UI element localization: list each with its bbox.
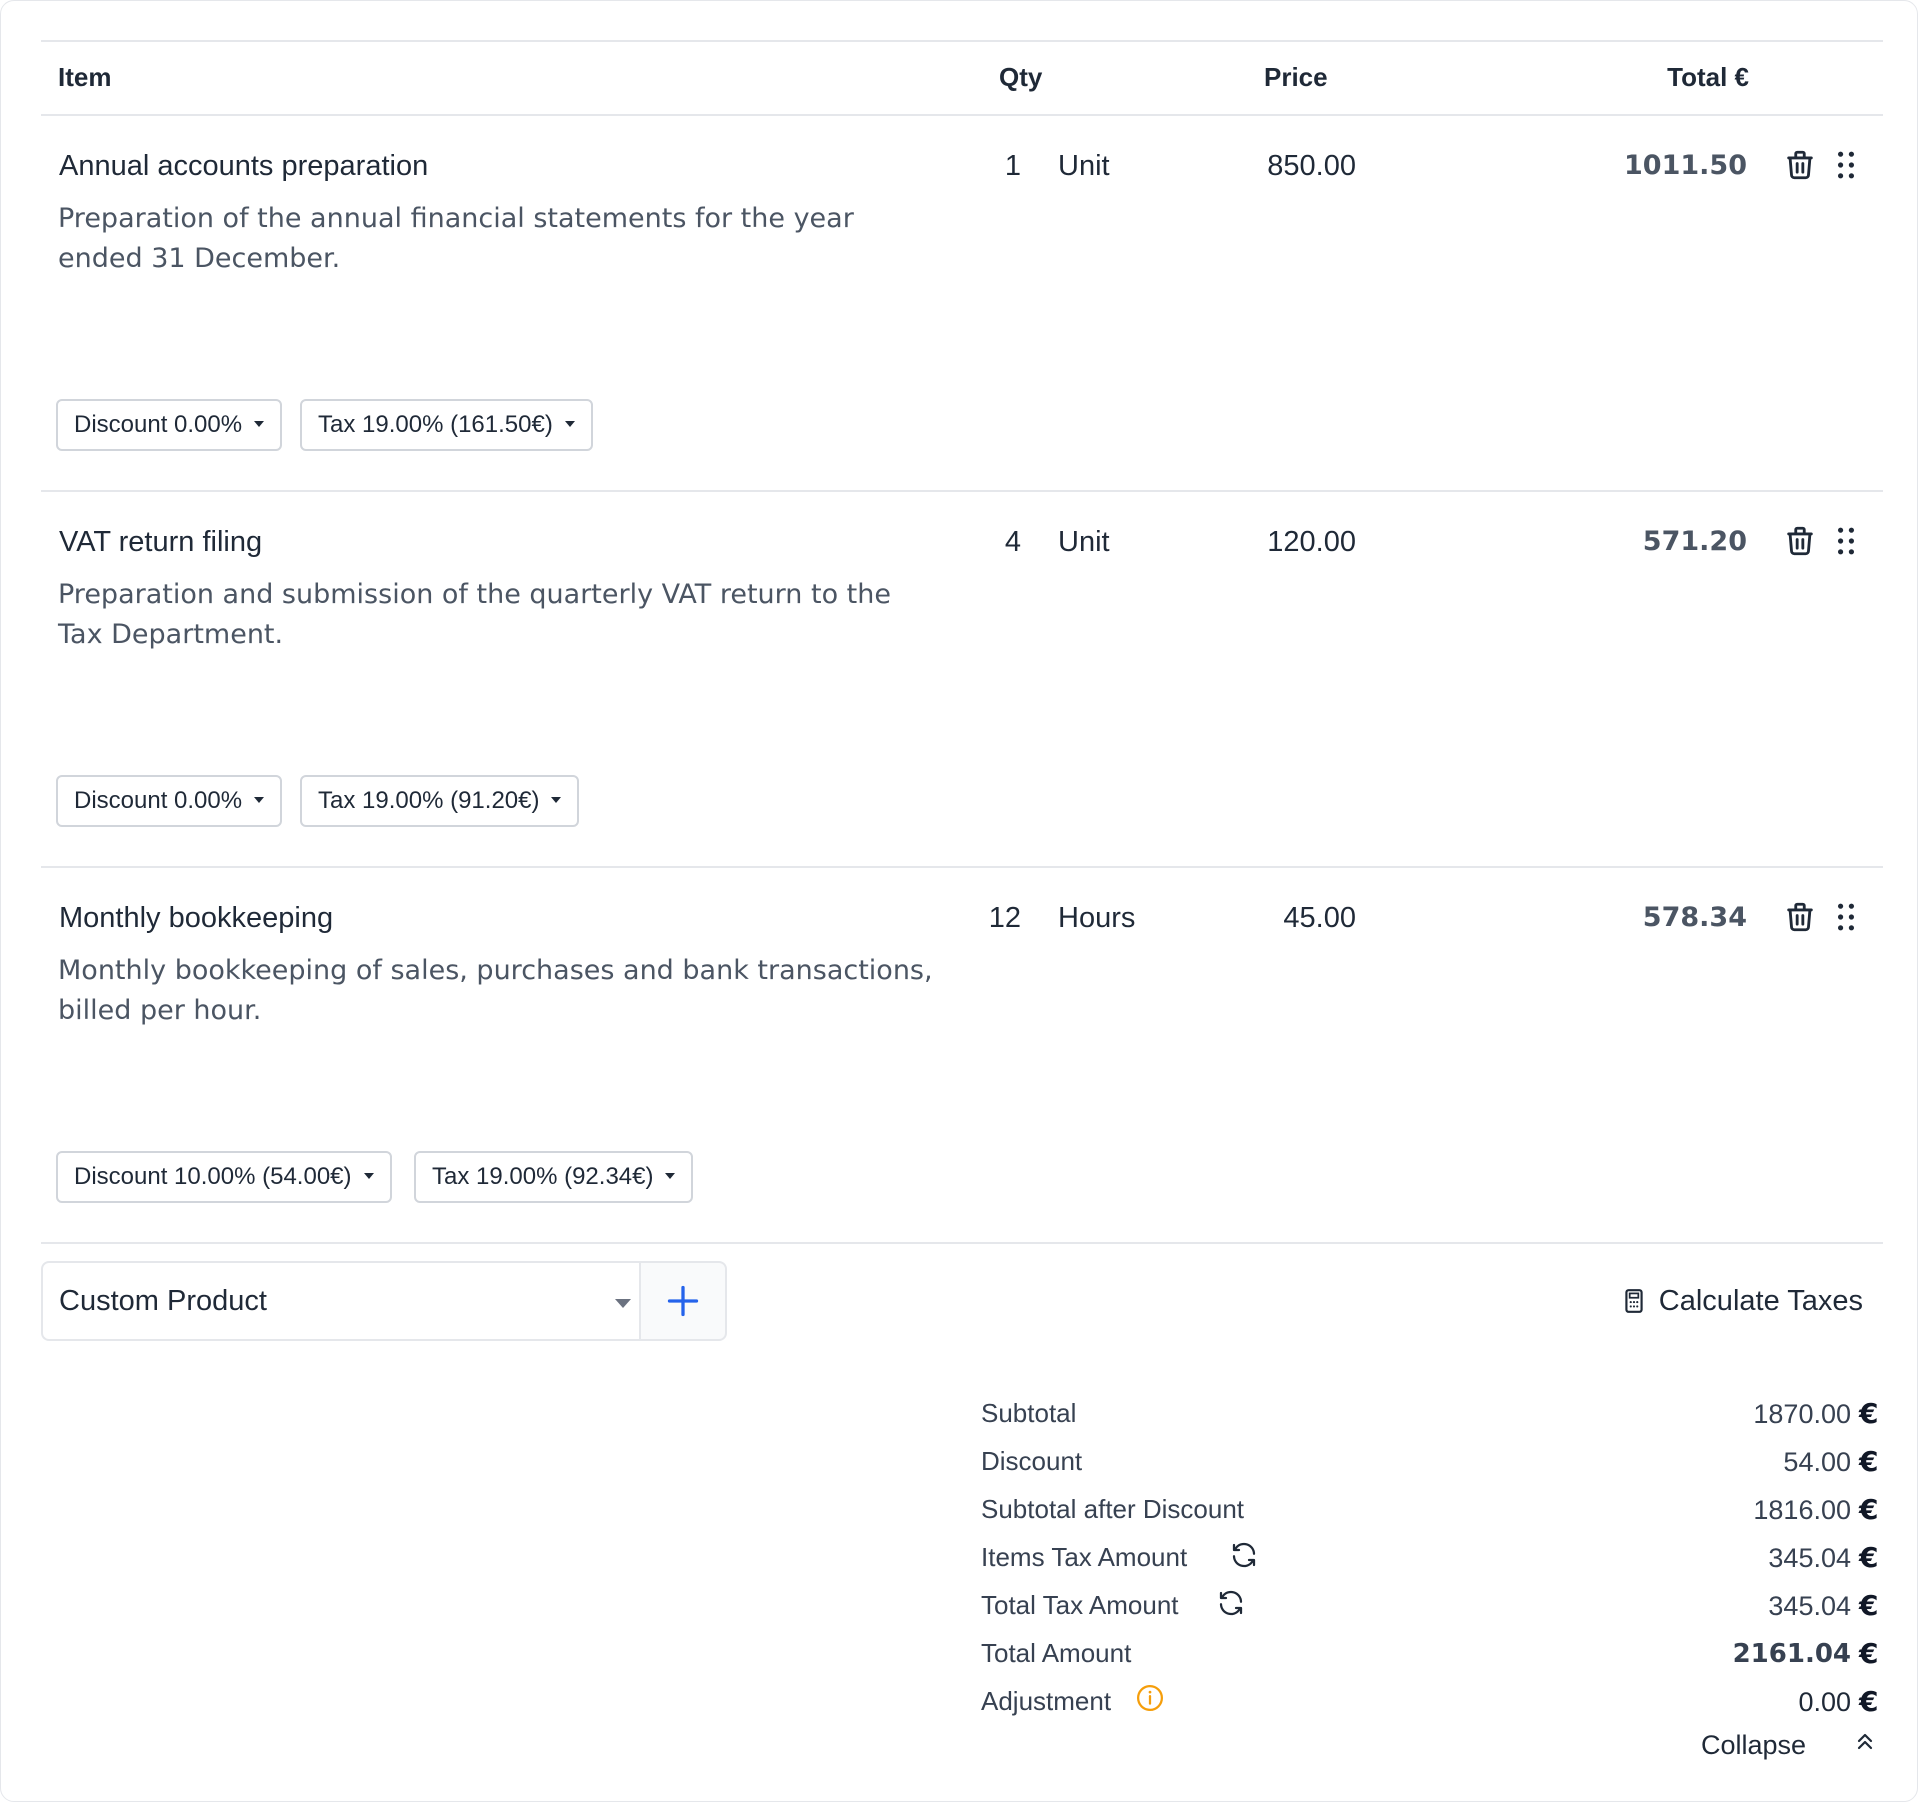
discount-summary-value: 54.00 (1783, 1447, 1851, 1477)
item-description[interactable]: Preparation and submission of the quarte… (58, 575, 938, 655)
currency-symbol: € (1859, 1541, 1879, 1574)
calculator-icon (1625, 1289, 1643, 1313)
item-total: 578.34 (1642, 902, 1747, 933)
item-description[interactable]: Monthly bookkeeping of sales, purchases … (58, 951, 938, 1031)
discount-label: Discount 0.00% (74, 787, 243, 814)
caret-down-icon (254, 420, 265, 427)
adjustment-value[interactable]: 0.00 (1601, 1684, 1851, 1720)
item-price[interactable]: 120.00 (1201, 522, 1356, 562)
header-top-divider (41, 40, 1883, 42)
discount-dropdown[interactable]: Discount 0.00% (56, 775, 283, 827)
item-price[interactable]: 45.00 (1201, 898, 1356, 938)
drag-handle-icon[interactable] (1833, 899, 1859, 935)
item-name[interactable]: VAT return filing (59, 522, 262, 562)
total-amount-label: Total Amount (981, 1638, 1132, 1668)
item-qty[interactable]: 12 (941, 898, 1021, 938)
item-name[interactable]: Monthly bookkeeping (59, 898, 333, 938)
adjustment-label: Adjustment (981, 1686, 1112, 1716)
drag-handle-icon[interactable] (1833, 147, 1859, 183)
drag-handle-icon[interactable] (1833, 523, 1859, 559)
header-bottom-divider (41, 114, 1883, 116)
row-divider (41, 866, 1883, 868)
tax-label: Tax 19.00% (92.34€) (432, 1163, 654, 1190)
product-select-value: Custom Product (59, 1285, 267, 1317)
currency-symbol: € (1859, 1589, 1879, 1622)
items-tax-label: Items Tax Amount (981, 1542, 1188, 1572)
row-divider (41, 1242, 1883, 1244)
trash-icon[interactable] (1783, 147, 1817, 183)
item-total: 1011.50 (1624, 150, 1747, 181)
tax-dropdown[interactable]: Tax 19.00% (161.50€) (300, 399, 593, 451)
caret-down-icon (363, 1172, 374, 1179)
currency-symbol: € (1859, 1445, 1879, 1478)
item-total: 571.20 (1642, 526, 1747, 557)
column-header-total: Total € (1667, 62, 1749, 92)
item-qty[interactable]: 1 (941, 146, 1021, 186)
currency-symbol: € (1859, 1685, 1879, 1718)
tax-label: Tax 19.00% (161.50€) (318, 411, 553, 438)
tax-label: Tax 19.00% (91.20€) (318, 787, 540, 814)
discount-dropdown[interactable]: Discount 0.00% (56, 399, 283, 451)
currency-symbol: € (1859, 1637, 1879, 1670)
collapse-label: Collapse (1701, 1730, 1807, 1760)
chevron-double-up-icon (1857, 1733, 1873, 1750)
product-select[interactable]: Custom Product (41, 1261, 641, 1341)
caret-down-icon (615, 1299, 631, 1308)
collapse-button[interactable]: Collapse (1701, 1727, 1881, 1763)
info-icon[interactable] (1135, 1683, 1165, 1713)
discount-summary-label: Discount (981, 1446, 1083, 1476)
currency-symbol: € (1859, 1493, 1879, 1526)
discount-dropdown[interactable]: Discount 10.00% (54.00€) (56, 1151, 392, 1203)
column-header-qty: Qty (999, 62, 1043, 92)
subtotal-after-discount-value: 1816.00 (1753, 1495, 1851, 1525)
item-price[interactable]: 850.00 (1201, 146, 1356, 186)
tax-dropdown[interactable]: Tax 19.00% (91.20€) (300, 775, 580, 827)
item-name[interactable]: Annual accounts preparation (59, 146, 428, 186)
currency-symbol: € (1859, 1397, 1879, 1430)
subtotal-value: 1870.00 (1753, 1399, 1851, 1429)
discount-label: Discount 10.00% (54.00€) (74, 1163, 352, 1190)
item-unit[interactable]: Unit (1058, 522, 1110, 562)
items-tax-value: 345.04 (1768, 1543, 1851, 1573)
refresh-icon[interactable] (1216, 1588, 1246, 1618)
total-amount-value: 2161.04 (1732, 1639, 1851, 1669)
total-tax-label: Total Tax Amount (981, 1590, 1179, 1620)
item-unit[interactable]: Hours (1058, 898, 1135, 938)
subtotal-label: Subtotal (981, 1398, 1077, 1428)
add-product-button[interactable] (639, 1261, 727, 1341)
calculate-taxes-label: Calculate Taxes (1658, 1285, 1863, 1317)
subtotal-after-discount-label: Subtotal after Discount (981, 1494, 1245, 1524)
column-header-item: Item (58, 62, 112, 92)
item-description[interactable]: Preparation of the annual financial stat… (58, 199, 938, 279)
column-header-price: Price (1264, 62, 1328, 92)
item-unit[interactable]: Unit (1058, 146, 1110, 186)
discount-label: Discount 0.00% (74, 411, 243, 438)
total-tax-value: 345.04 (1768, 1591, 1851, 1621)
caret-down-icon (564, 420, 575, 427)
trash-icon[interactable] (1783, 523, 1817, 559)
line-items-panel: Item Qty Price Total € Annual accounts p… (0, 0, 1918, 1802)
trash-icon[interactable] (1783, 899, 1817, 935)
refresh-icon[interactable] (1229, 1540, 1259, 1570)
caret-down-icon (254, 796, 265, 803)
caret-down-icon (665, 1172, 676, 1179)
tax-dropdown[interactable]: Tax 19.00% (92.34€) (414, 1151, 694, 1203)
item-qty[interactable]: 4 (941, 522, 1021, 562)
calculate-taxes-button[interactable]: Calculate Taxes (1621, 1281, 1863, 1321)
caret-down-icon (551, 796, 562, 803)
plus-icon (667, 1285, 699, 1317)
row-divider (41, 490, 1883, 492)
